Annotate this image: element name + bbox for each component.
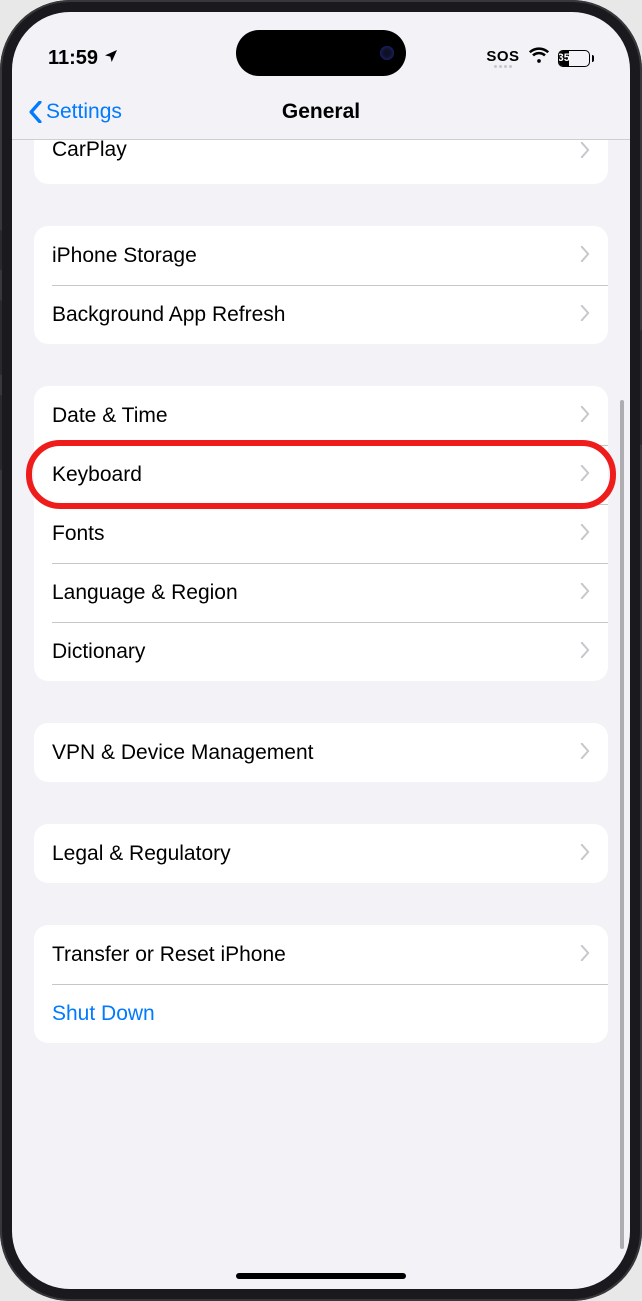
row-label: Shut Down xyxy=(52,1002,590,1026)
settings-group: Transfer or Reset iPhone Shut Down xyxy=(34,925,608,1043)
row-label: Keyboard xyxy=(52,463,580,487)
row-label: Dictionary xyxy=(52,640,580,664)
row-language-region[interactable]: Language & Region xyxy=(34,563,608,622)
settings-group: VPN & Device Management xyxy=(34,723,608,782)
iphone-frame: 11:59 SOS 35 xyxy=(0,0,642,1301)
row-transfer-or-reset-iphone[interactable]: Transfer or Reset iPhone xyxy=(34,925,608,984)
home-indicator[interactable] xyxy=(236,1273,406,1279)
screen: 11:59 SOS 35 xyxy=(12,12,630,1289)
settings-group: Legal & Regulatory xyxy=(34,824,608,883)
status-time: 11:59 xyxy=(48,47,98,70)
settings-content[interactable]: CarPlay iPhone Storage Background App Refr… xyxy=(12,140,630,1289)
chevron-right-icon xyxy=(580,303,590,327)
row-keyboard[interactable]: Keyboard xyxy=(34,445,608,504)
chevron-right-icon xyxy=(580,463,590,487)
row-label: Transfer or Reset iPhone xyxy=(52,943,580,967)
volume-down-btn xyxy=(0,395,2,470)
nav-bar: Settings General xyxy=(12,84,630,140)
row-label: VPN & Device Management xyxy=(52,741,580,765)
front-camera xyxy=(380,46,394,60)
settings-group: CarPlay xyxy=(34,140,608,184)
chevron-right-icon xyxy=(580,943,590,967)
row-label: Fonts xyxy=(52,522,580,546)
row-fonts[interactable]: Fonts xyxy=(34,504,608,563)
row-dictionary[interactable]: Dictionary xyxy=(34,622,608,681)
wifi-icon xyxy=(528,46,550,70)
chevron-right-icon xyxy=(580,640,590,664)
back-button[interactable]: Settings xyxy=(12,100,122,124)
row-vpn-device-management[interactable]: VPN & Device Management xyxy=(34,723,608,782)
settings-group: Date & Time Keyboard Fonts Language & Regio… xyxy=(34,386,608,681)
row-label: Background App Refresh xyxy=(52,303,580,327)
chevron-right-icon xyxy=(580,741,590,765)
chevron-right-icon xyxy=(580,140,590,164)
row-date-time[interactable]: Date & Time xyxy=(34,386,608,445)
dynamic-island xyxy=(236,30,406,76)
row-label: CarPlay xyxy=(52,140,580,162)
chevron-right-icon xyxy=(580,581,590,605)
chevron-right-icon xyxy=(580,842,590,866)
chevron-right-icon xyxy=(580,244,590,268)
battery-indicator: 35 xyxy=(558,50,595,67)
settings-group: iPhone Storage Background App Refresh xyxy=(34,226,608,344)
chevron-right-icon xyxy=(580,522,590,546)
row-label: Legal & Regulatory xyxy=(52,842,580,866)
scroll-indicator[interactable] xyxy=(620,400,624,1249)
location-icon xyxy=(103,47,119,70)
sos-indicator: SOS xyxy=(486,49,519,68)
row-label: Date & Time xyxy=(52,404,580,428)
volume-switch xyxy=(0,230,2,270)
row-carplay[interactable]: CarPlay xyxy=(34,140,608,184)
row-label: Language & Region xyxy=(52,581,580,605)
back-label: Settings xyxy=(46,100,122,124)
chevron-right-icon xyxy=(580,404,590,428)
row-label: iPhone Storage xyxy=(52,244,580,268)
row-legal-regulatory[interactable]: Legal & Regulatory xyxy=(34,824,608,883)
row-shut-down[interactable]: Shut Down xyxy=(34,984,608,1043)
row-background-app-refresh[interactable]: Background App Refresh xyxy=(34,285,608,344)
volume-up-btn xyxy=(0,300,2,375)
row-iphone-storage[interactable]: iPhone Storage xyxy=(34,226,608,285)
